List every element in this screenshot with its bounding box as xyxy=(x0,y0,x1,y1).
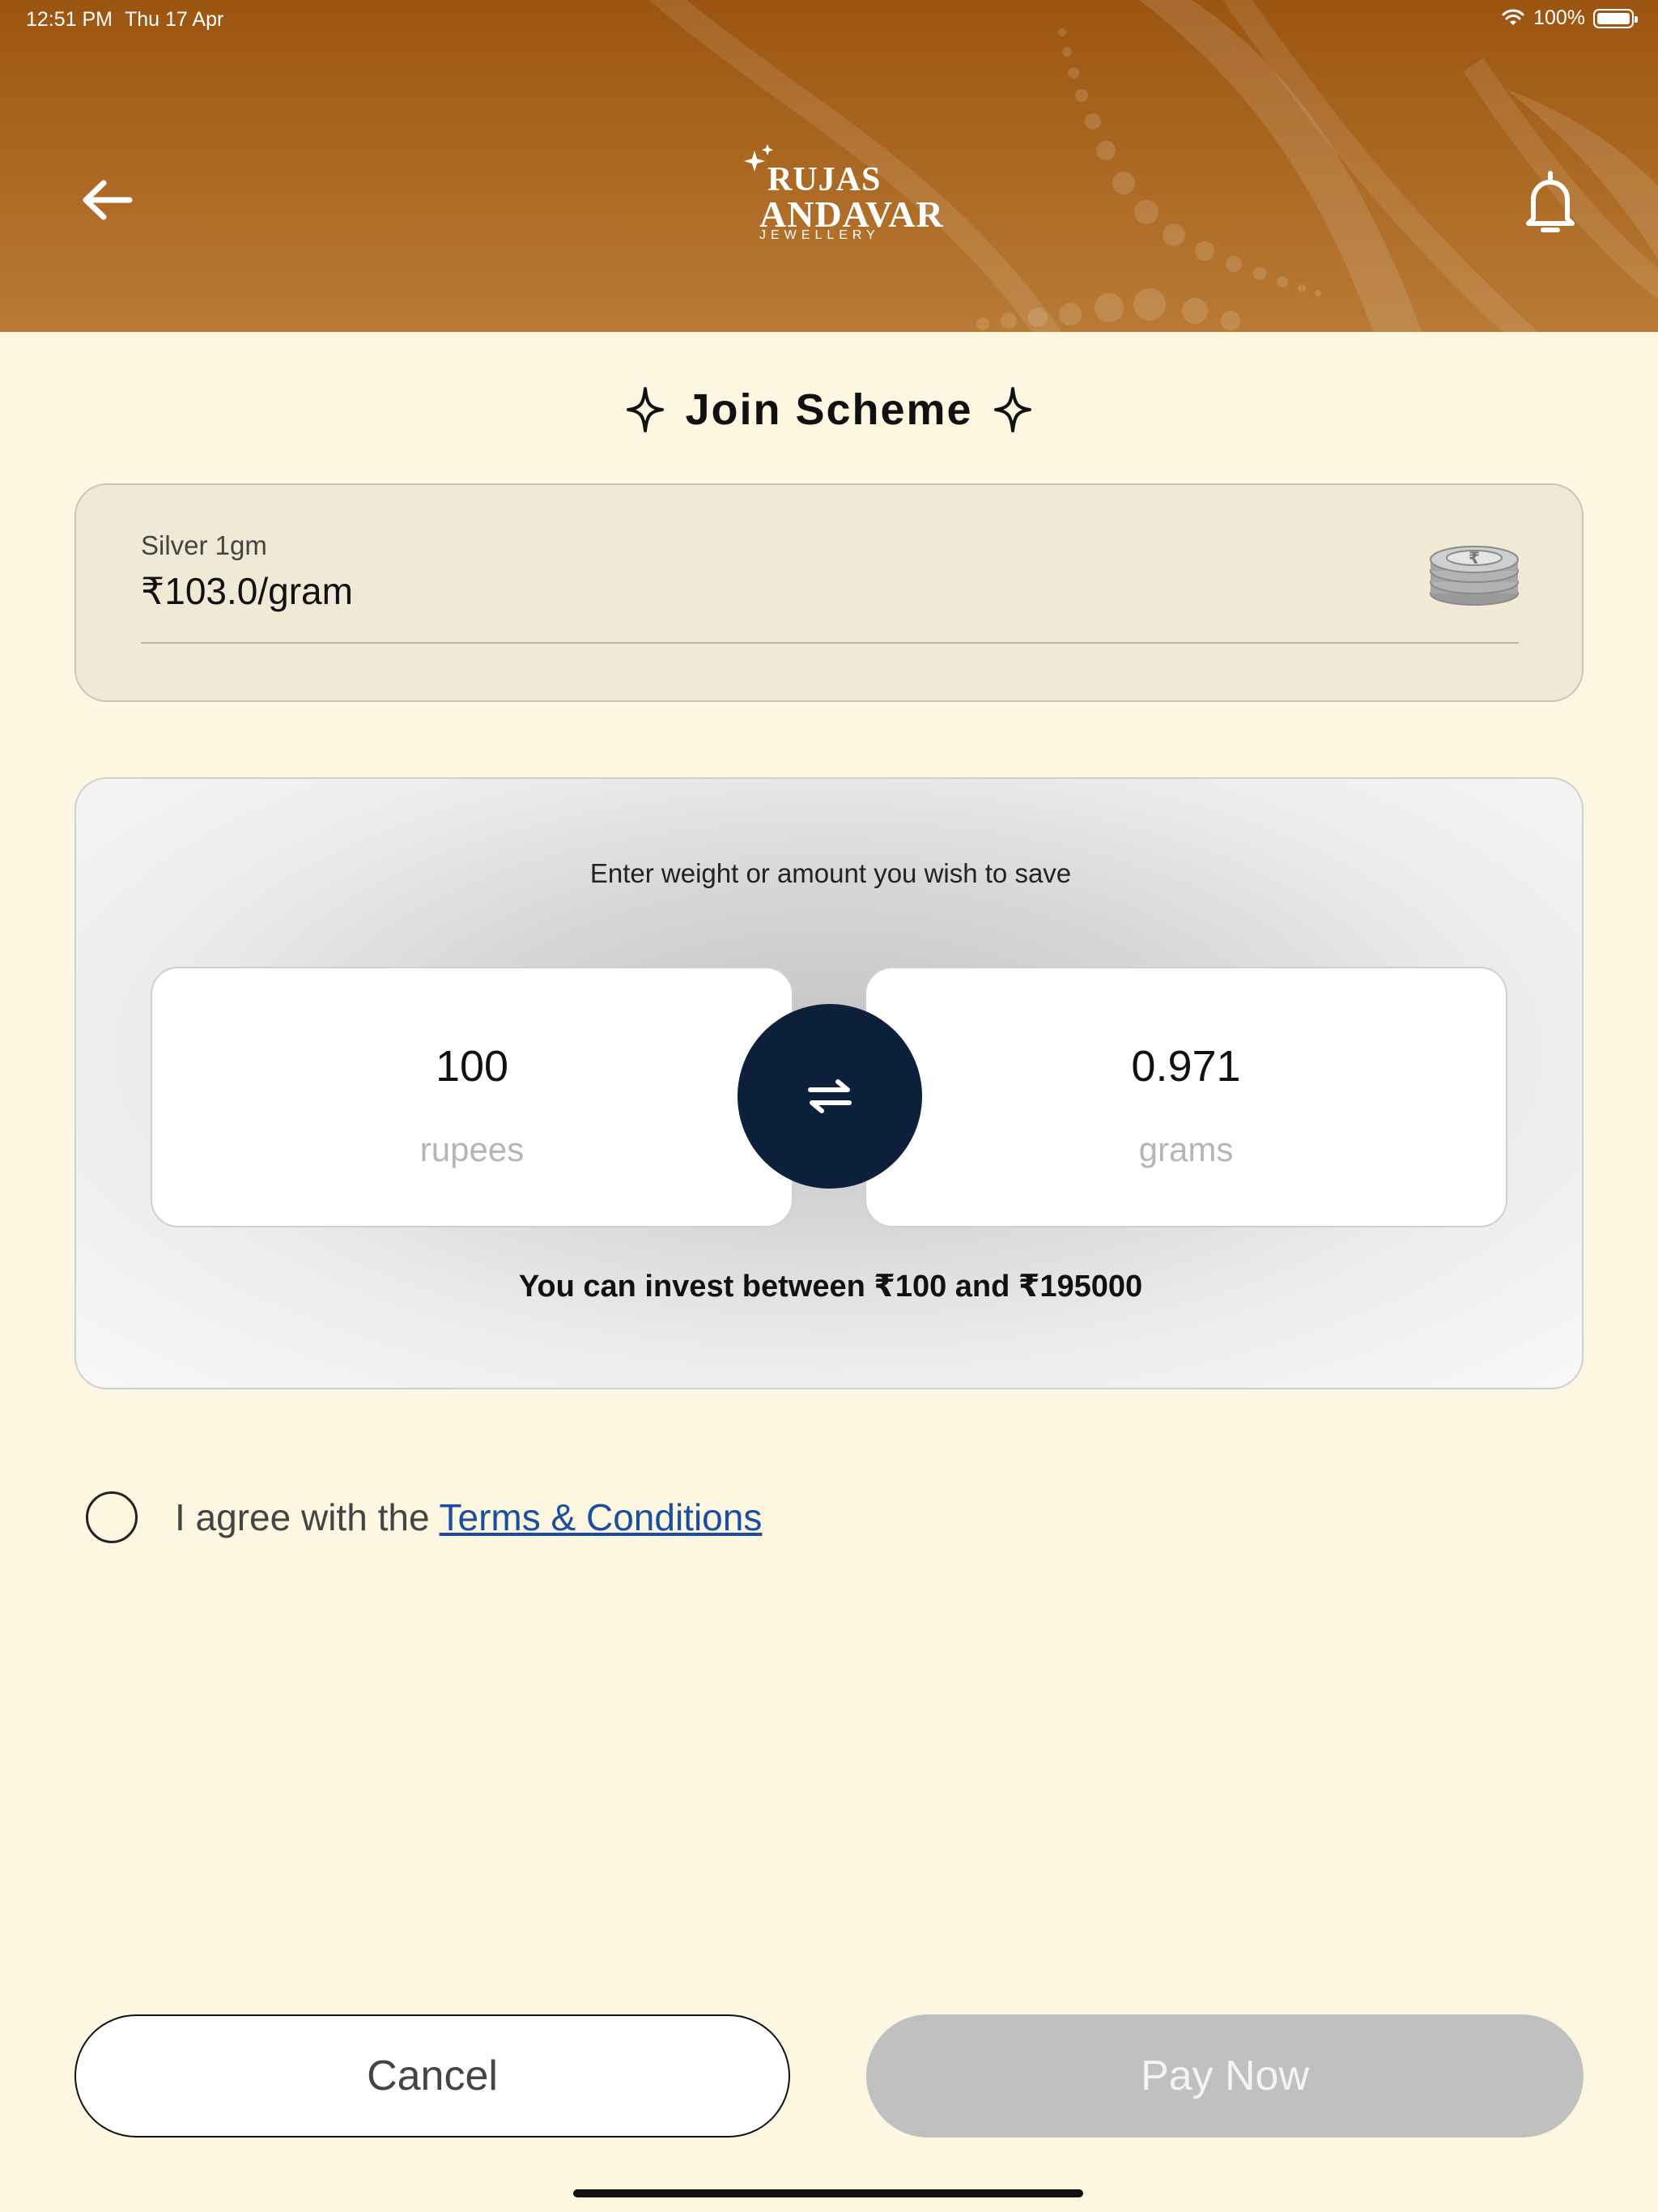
wifi-icon xyxy=(1502,9,1524,25)
rupees-value[interactable]: 100 xyxy=(152,1041,792,1091)
status-time: 12:51 PM xyxy=(26,8,113,31)
notifications-button[interactable] xyxy=(1522,168,1579,235)
rupees-input[interactable]: 100 rupees xyxy=(151,967,793,1227)
terms-text: I agree with the xyxy=(175,1496,430,1538)
sparkle-icon xyxy=(627,387,665,432)
brand-name-line3: JEWELLERY xyxy=(759,228,880,242)
home-indicator[interactable] xyxy=(573,2189,1083,2197)
amount-card: Enter weight or amount you wish to save … xyxy=(74,777,1584,1389)
rate-card: Silver 1gm ₹103.0/gram ₹ xyxy=(74,483,1584,702)
pay-now-button[interactable]: Pay Now xyxy=(866,2014,1584,2138)
silver-coins-icon: ₹ xyxy=(1430,546,1519,606)
status-date: Thu 17 Apr xyxy=(125,8,224,31)
grams-unit-label: grams xyxy=(1138,1130,1234,1168)
metal-rate: ₹103.0/gram xyxy=(141,570,353,612)
status-right: 100% xyxy=(1501,6,1638,30)
arrow-left-icon xyxy=(83,180,133,220)
page-title: Join Scheme xyxy=(685,385,973,434)
amount-prompt: Enter weight or amount you wish to save xyxy=(589,858,1072,888)
battery-percent: 100% xyxy=(1533,6,1585,29)
grams-value[interactable]: 0.971 xyxy=(866,1041,1506,1091)
page-title-row: Join Scheme xyxy=(0,377,1658,442)
battery-icon xyxy=(1593,8,1638,28)
grams-input[interactable]: 0.971 grams xyxy=(865,967,1507,1227)
terms-row: I agree with the Terms & Conditions xyxy=(86,1490,762,1545)
terms-link[interactable]: Terms & Conditions xyxy=(440,1495,763,1539)
bell-icon xyxy=(1526,171,1575,232)
back-button[interactable] xyxy=(79,172,136,228)
metal-label: Silver 1gm xyxy=(141,530,267,560)
status-bar: 12:51 PM Thu 17 Apr 100% xyxy=(0,0,1658,39)
investment-range-text: You can invest between ₹100 and ₹195000 xyxy=(518,1270,1143,1304)
divider xyxy=(141,642,1519,644)
cancel-button[interactable]: Cancel xyxy=(74,2014,790,2138)
terms-checkbox[interactable] xyxy=(86,1491,138,1543)
swap-button[interactable] xyxy=(738,1004,922,1189)
brand-logo: RUJAS ANDAVAR JEWELLERY xyxy=(704,128,963,274)
svg-text:₹: ₹ xyxy=(1469,548,1480,568)
swap-arrows-icon xyxy=(808,1079,852,1113)
sparkle-icon xyxy=(993,387,1031,432)
app-header: 12:51 PM Thu 17 Apr 100% RUJAS ANDAVAR J… xyxy=(0,0,1658,332)
rupees-unit-label: rupees xyxy=(419,1130,525,1168)
